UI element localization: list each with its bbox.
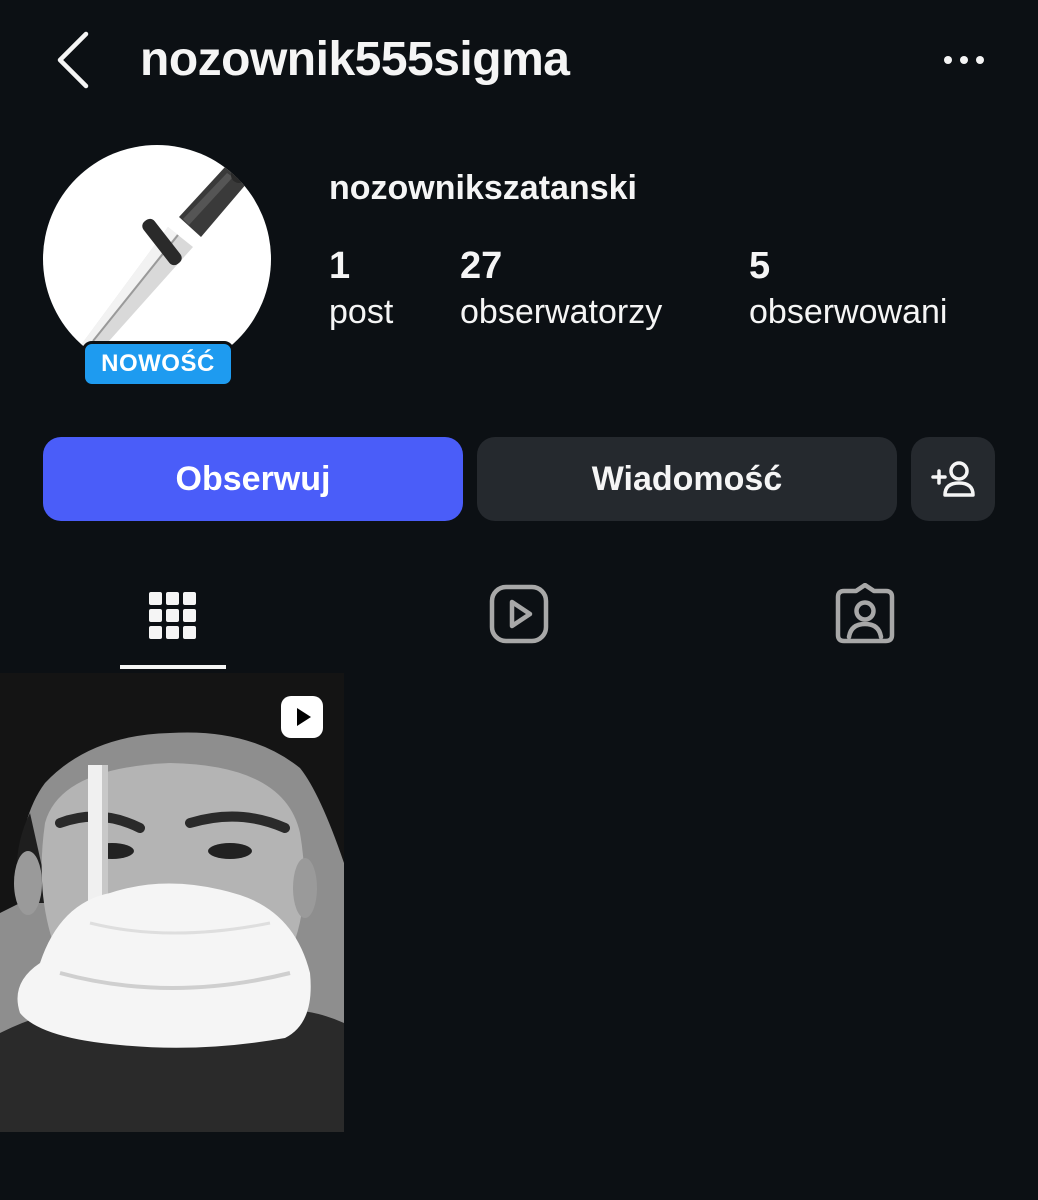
followers-count[interactable]: 27 obserwatorzy <box>460 243 662 335</box>
chevron-left-icon <box>57 31 89 89</box>
avatar[interactable] <box>43 145 271 373</box>
posts-label: post <box>329 293 394 331</box>
profile-page: nozownik555sigma NOWOŚĆ nozownikszatansk… <box>0 0 1038 1200</box>
following-label: obserwowani <box>749 293 948 331</box>
knife-avatar-image <box>81 167 247 350</box>
following-count[interactable]: 5 obserwowani <box>749 243 947 335</box>
reel-play-icon <box>280 695 324 739</box>
tab-grid[interactable] <box>120 578 226 650</box>
post-image <box>0 673 344 1132</box>
grid-icon <box>149 592 196 639</box>
post-thumbnail[interactable] <box>0 673 344 1132</box>
page-title: nozownik555sigma <box>140 33 570 86</box>
tab-reels[interactable] <box>466 578 572 650</box>
tab-tagged[interactable] <box>812 578 918 650</box>
suggested-people-button[interactable] <box>911 437 995 521</box>
add-person-icon <box>931 461 975 497</box>
posts-value: 1 <box>329 245 351 287</box>
display-name: nozownikszatanski <box>329 169 637 207</box>
follow-button[interactable]: Obserwuj <box>43 437 463 521</box>
status-badge: NOWOŚĆ <box>82 341 234 387</box>
active-tab-indicator <box>120 665 226 669</box>
back-button[interactable] <box>52 30 98 90</box>
more-options-button[interactable] <box>938 44 990 76</box>
tagged-icon <box>835 583 895 644</box>
more-horizontal-icon <box>944 56 984 64</box>
following-value: 5 <box>749 245 771 287</box>
posts-count: 1 post <box>329 243 393 335</box>
reels-icon <box>489 584 549 644</box>
followers-label: obserwatorzy <box>460 293 663 331</box>
followers-value: 27 <box>460 245 503 287</box>
message-button[interactable]: Wiadomość <box>477 437 897 521</box>
